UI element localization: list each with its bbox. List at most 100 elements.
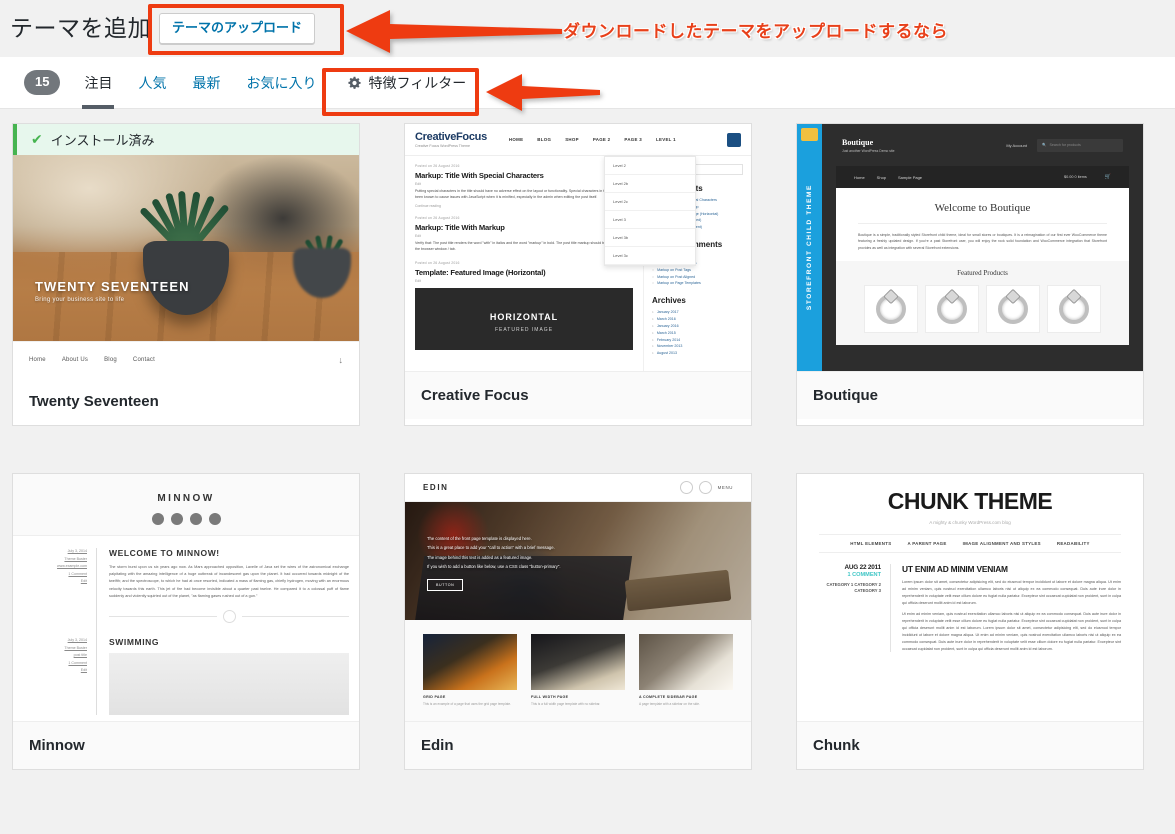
preview-product-thumb bbox=[925, 284, 979, 333]
facebook-icon bbox=[170, 513, 183, 525]
cart-icon: 🛒 bbox=[1104, 174, 1111, 180]
divider bbox=[109, 610, 349, 624]
preview-product-thumb bbox=[864, 284, 918, 333]
theme-screenshot[interactable]: TWENTY SEVENTEEN Bring your business sit… bbox=[13, 155, 359, 377]
preview-nav-item: Home bbox=[29, 356, 46, 363]
preview-post-meta: Posted on 26 August 2016 bbox=[415, 215, 460, 220]
theme-card[interactable]: MINNOW July 3, 2014 Theme Buster www.exa… bbox=[12, 473, 360, 770]
preview-hero-line: The content of the front page template i… bbox=[427, 536, 532, 541]
preview-product-thumb bbox=[1047, 284, 1101, 333]
preview-post-meta: 1 Comment bbox=[68, 660, 87, 665]
check-icon: ✔ bbox=[31, 131, 43, 147]
preview-cell-caption: A COMPLETE SIDEBAR PAGE bbox=[639, 695, 698, 699]
preview-logo: Boutique bbox=[842, 137, 874, 147]
preview-post-edit: Edit bbox=[415, 233, 421, 238]
twitter-icon bbox=[151, 513, 164, 525]
preview-featured-image: HORIZONTAL FEATURED IMAGE bbox=[415, 287, 633, 350]
theme-count-badge: 15 bbox=[24, 70, 61, 95]
preview-nav-item: HTML ELEMENTS bbox=[850, 541, 892, 546]
preview-nav-item: About Us bbox=[61, 356, 89, 363]
theme-screenshot[interactable]: CreativeFocus Creative Focus WordPress T… bbox=[405, 124, 751, 371]
theme-title: Boutique bbox=[797, 371, 1143, 419]
preview-search-field: 🔍 Search for products bbox=[1037, 138, 1123, 152]
tab-favorites[interactable]: お気に入り bbox=[244, 57, 318, 109]
theme-card[interactable]: CHUNK THEME A mighty & chunky WordPress.… bbox=[796, 473, 1144, 770]
preview-nav-item: Shop bbox=[876, 174, 887, 180]
preview-post-image bbox=[109, 653, 349, 716]
preview-welcome-title: Welcome to Boutique bbox=[934, 202, 1031, 214]
preview-cell-image bbox=[531, 634, 625, 690]
preview-nav-item: Sample Page bbox=[898, 174, 923, 180]
preview-search-placeholder: Search for products bbox=[1049, 143, 1081, 147]
decorative-pot-background bbox=[293, 248, 351, 298]
tab-popular[interactable]: 人気 bbox=[136, 57, 168, 109]
preview-widget-item: March 2016 bbox=[656, 317, 676, 322]
preview-widget-item: February 2014 bbox=[656, 337, 681, 342]
preview-post-body: The storm burst upon us six years ago no… bbox=[109, 565, 349, 598]
preview-ribbon-label: STOREFRONT CHILD THEME bbox=[806, 184, 813, 311]
feature-filter-button[interactable]: 特徴フィルター bbox=[348, 73, 466, 93]
preview-welcome-text: Boutique is a simple, traditionally styl… bbox=[858, 233, 1107, 250]
preview-dropdown-item: Level 2b bbox=[605, 175, 695, 193]
theme-title: Twenty Seventeen bbox=[13, 377, 359, 425]
preview-post-body: Lorem ipsum dolor sit amet, consectetur … bbox=[902, 580, 1121, 605]
annotation-arrow-filter bbox=[486, 74, 600, 111]
scroll-down-icon: ↓ bbox=[338, 354, 344, 365]
theme-card[interactable]: EDIN MENU The content of the front page … bbox=[404, 473, 752, 770]
theme-title: Edin bbox=[405, 721, 751, 769]
installed-badge: ✔ インストール済み bbox=[13, 124, 359, 155]
tab-latest[interactable]: 最新 bbox=[190, 57, 222, 109]
preview-search-toggle-icon bbox=[727, 132, 741, 147]
preview-post-meta: Posted on 26 August 2016 bbox=[415, 164, 460, 168]
preview-nav-item: SHOP bbox=[565, 137, 579, 142]
installed-label: インストール済み bbox=[50, 133, 155, 148]
theme-title: Minnow bbox=[13, 721, 359, 769]
preview-hero-title: TWENTY SEVENTEEN bbox=[35, 279, 190, 294]
google-plus-icon bbox=[189, 513, 202, 525]
preview-hero-subtitle: Bring your business site to life bbox=[35, 297, 125, 303]
preview-dropdown-menu: Level 2 Level 2b Level 2c Level 3 Level … bbox=[604, 156, 696, 266]
preview-post-meta: 1 Comment bbox=[68, 571, 87, 576]
preview-cell-caption: FULL WIDTH PAGE bbox=[531, 695, 569, 699]
preview-post-body: Putting special characters in the title … bbox=[415, 189, 632, 199]
theme-screenshot[interactable]: STOREFRONT CHILD THEME Boutique Just ano… bbox=[797, 124, 1143, 371]
pinterest-icon bbox=[208, 513, 221, 525]
preview-logo-tagline: Just another WordPress Demo site bbox=[842, 148, 895, 153]
preview-tagline: A mighty & chunky WordPress.com blog bbox=[929, 520, 1011, 525]
preview-hero-button: BUTTON bbox=[427, 579, 464, 592]
preview-post-edit: Edit bbox=[415, 278, 421, 283]
preview-widget-item: January 2016 bbox=[656, 323, 679, 328]
upload-theme-button[interactable]: テーマのアップロード bbox=[159, 13, 316, 44]
annotation-arrow-upload bbox=[346, 10, 562, 53]
preview-widget-item: Markup on Post Aligned bbox=[657, 274, 696, 279]
divider bbox=[858, 223, 1107, 224]
preview-grid-cell: FULL WIDTH PAGE This is a full width pag… bbox=[531, 634, 625, 721]
preview-widget-item: Markup on Page Templates bbox=[657, 281, 701, 286]
theme-card[interactable]: STOREFRONT CHILD THEME Boutique Just ano… bbox=[796, 123, 1144, 426]
preview-nav-item: HOME bbox=[508, 137, 524, 142]
annotation-upload-note: ダウンロードしたテーマをアップロードするなら bbox=[563, 22, 948, 41]
search-icon bbox=[679, 481, 693, 494]
preview-featured-caption: HORIZONTAL bbox=[489, 312, 559, 323]
preview-post-date: AUG 22 2011 bbox=[844, 564, 881, 571]
preview-post-title: Markup: Title With Special Characters bbox=[415, 171, 544, 180]
preview-cart-total: $0.00 0 items bbox=[1063, 175, 1087, 179]
preview-hero-line: The image behind this text is added as a… bbox=[427, 554, 533, 560]
preview-featured-title: Featured Products bbox=[957, 268, 1008, 277]
preview-account-link: My Account bbox=[1006, 142, 1027, 148]
preview-post-meta: Edit bbox=[80, 668, 87, 673]
preview-post-meta: Edit bbox=[80, 579, 87, 584]
preview-dropdown-item: Level 3b bbox=[605, 229, 695, 247]
preview-hero: The content of the front page template i… bbox=[405, 502, 751, 620]
theme-card[interactable]: ✔ インストール済み TWENTY SEVENTEEN Bring your b… bbox=[12, 123, 360, 426]
theme-screenshot[interactable]: MINNOW July 3, 2014 Theme Buster www.exa… bbox=[13, 474, 359, 721]
preview-post-edit: Edit bbox=[415, 182, 421, 186]
preview-dropdown-item: Level 3 bbox=[605, 211, 695, 229]
theme-screenshot[interactable]: EDIN MENU The content of the front page … bbox=[405, 474, 751, 721]
preview-post-meta: Theme Buster bbox=[64, 556, 87, 561]
tab-featured[interactable]: 注目 bbox=[82, 57, 115, 109]
theme-screenshot[interactable]: CHUNK THEME A mighty & chunky WordPress.… bbox=[797, 474, 1143, 721]
theme-card[interactable]: CreativeFocus Creative Focus WordPress T… bbox=[404, 123, 752, 426]
preview-post-meta: www.example.com bbox=[57, 564, 87, 569]
preview-post-title: Markup: Title With Markup bbox=[415, 222, 505, 232]
